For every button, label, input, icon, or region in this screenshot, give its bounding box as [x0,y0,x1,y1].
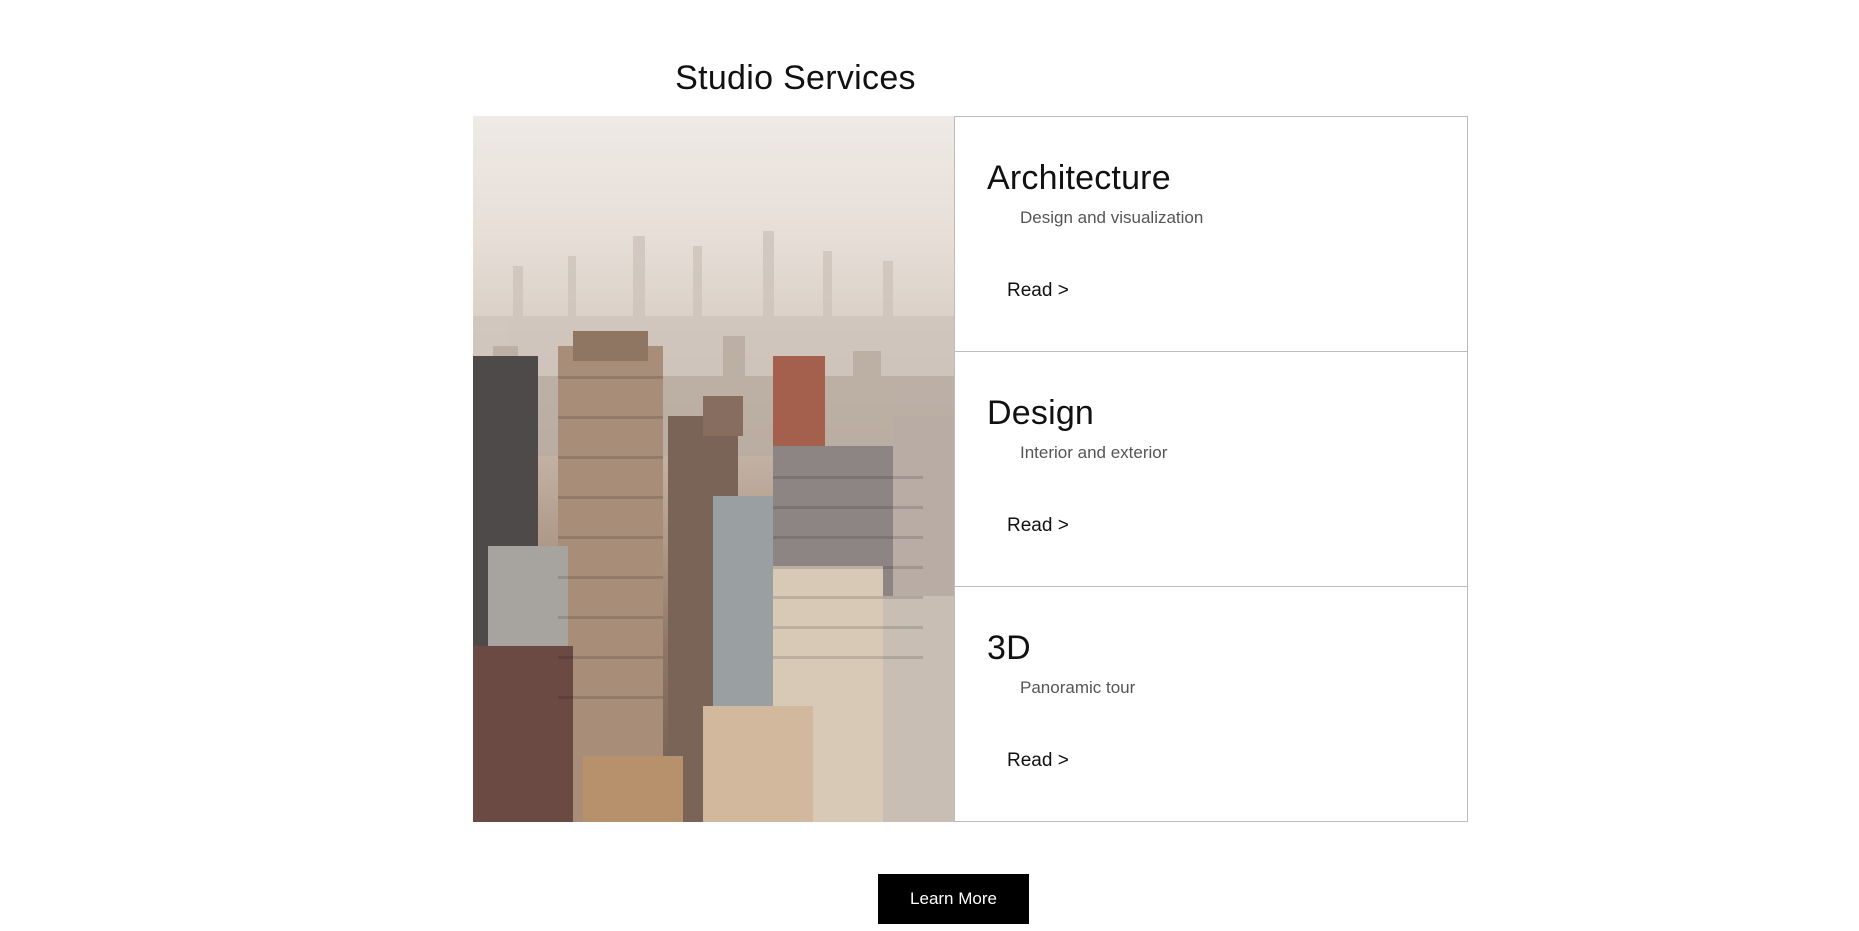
service-card-subtitle: Interior and exterior [1020,443,1168,462]
service-cards: Architecture Design and visualization Re… [954,116,1468,822]
services-section: Architecture Design and visualization Re… [473,116,1468,822]
read-link-architecture[interactable]: Read > [1007,280,1069,302]
read-link-design[interactable]: Read > [1007,515,1069,537]
city-skyline-illustration [473,231,955,822]
service-card-3d: 3D Panoramic tour Read > [954,586,1468,822]
service-card-title: Architecture [987,159,1171,197]
service-card-architecture: Architecture Design and visualization Re… [954,116,1468,352]
service-card-title: 3D [987,629,1031,667]
service-card-subtitle: Design and visualization [1020,208,1204,227]
read-link-3d[interactable]: Read > [1007,750,1069,772]
service-card-title: Design [987,394,1095,432]
page-title: Studio Services [675,58,916,97]
city-skyline-photo [473,116,955,822]
service-card-subtitle: Panoramic tour [1020,678,1136,697]
learn-more-button[interactable]: Learn More [878,874,1029,924]
service-card-design: Design Interior and exterior Read > [954,351,1468,587]
